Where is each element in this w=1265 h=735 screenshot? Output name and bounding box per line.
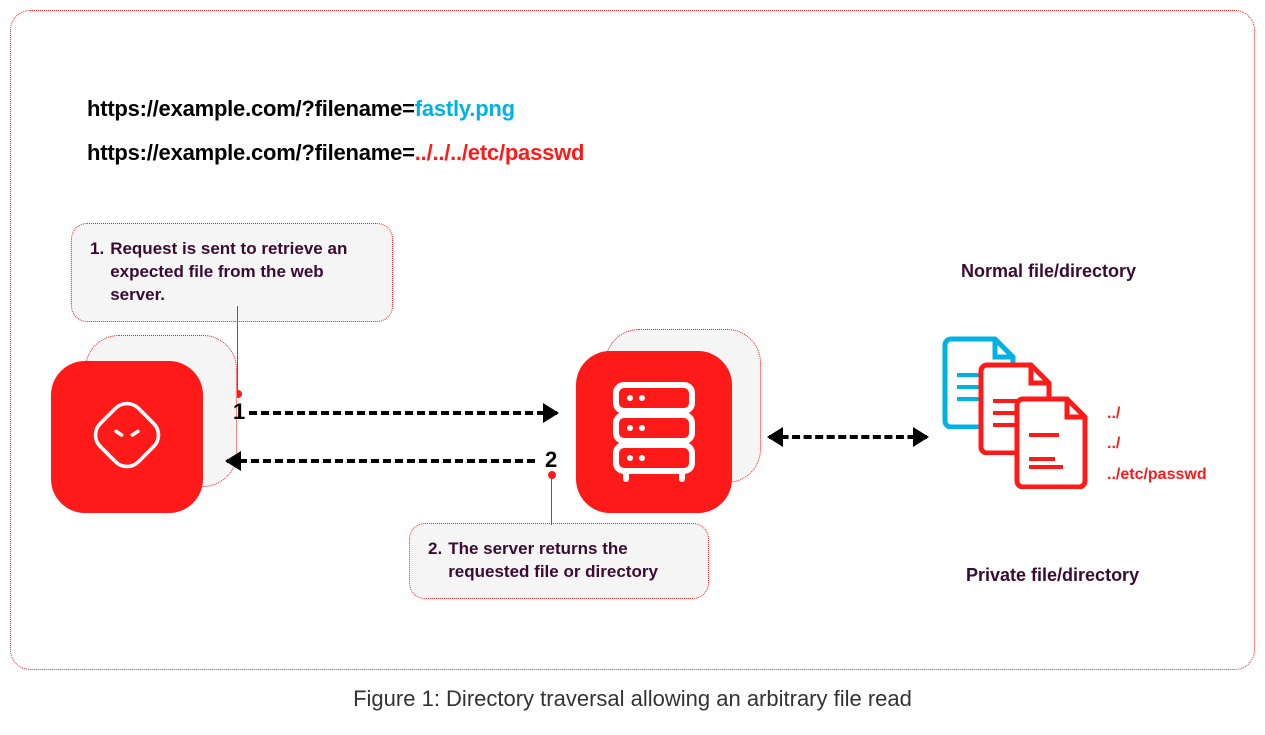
url-line-normal: https://example.com/?filename=fastly.png [87,96,584,122]
document-icon [1013,476,1093,493]
file-path-labels: ../ ../ ../etc/passwd [1107,399,1207,490]
attacker-node [51,361,203,513]
path-segment: ../etc/passwd [1107,460,1207,490]
callout-step-1: 1. Request is sent to retrieve an expect… [71,223,393,322]
arrow-response [227,459,535,463]
url-param-normal: fastly.png [415,96,515,121]
url-param-attack: ../../../etc/passwd [415,140,584,165]
callout-step-2: 2. The server returns the requested file… [409,523,709,599]
label-private-file: Private file/directory [966,565,1139,586]
server-node [576,351,732,513]
callout-text: The server returns the requested file or… [448,538,690,584]
arrow-filesystem [769,435,927,439]
step-number-1: 1 [233,399,245,425]
step-number-2: 2 [545,447,557,473]
callout-text: Request is sent to retrieve an expected … [110,238,374,307]
attacker-icon [82,390,172,485]
url-line-attack: https://example.com/?filename=../../../e… [87,140,584,166]
connector-line-2 [551,475,552,525]
diagram-frame: https://example.com/?filename=fastly.png… [10,10,1255,670]
file-traversal-2 [1013,395,1093,489]
connector-line-1 [237,306,238,394]
url-examples: https://example.com/?filename=fastly.png… [87,96,584,184]
callout-number: 2. [428,538,442,584]
path-segment: ../ [1107,429,1207,459]
server-icon [604,375,704,490]
arrow-request [249,411,557,415]
url-prefix: https://example.com/?filename= [87,96,415,121]
label-normal-file: Normal file/directory [961,261,1136,282]
callout-number: 1. [90,238,104,307]
path-segment: ../ [1107,399,1207,429]
url-prefix: https://example.com/?filename= [87,140,415,165]
figure-caption: Figure 1: Directory traversal allowing a… [0,686,1265,712]
